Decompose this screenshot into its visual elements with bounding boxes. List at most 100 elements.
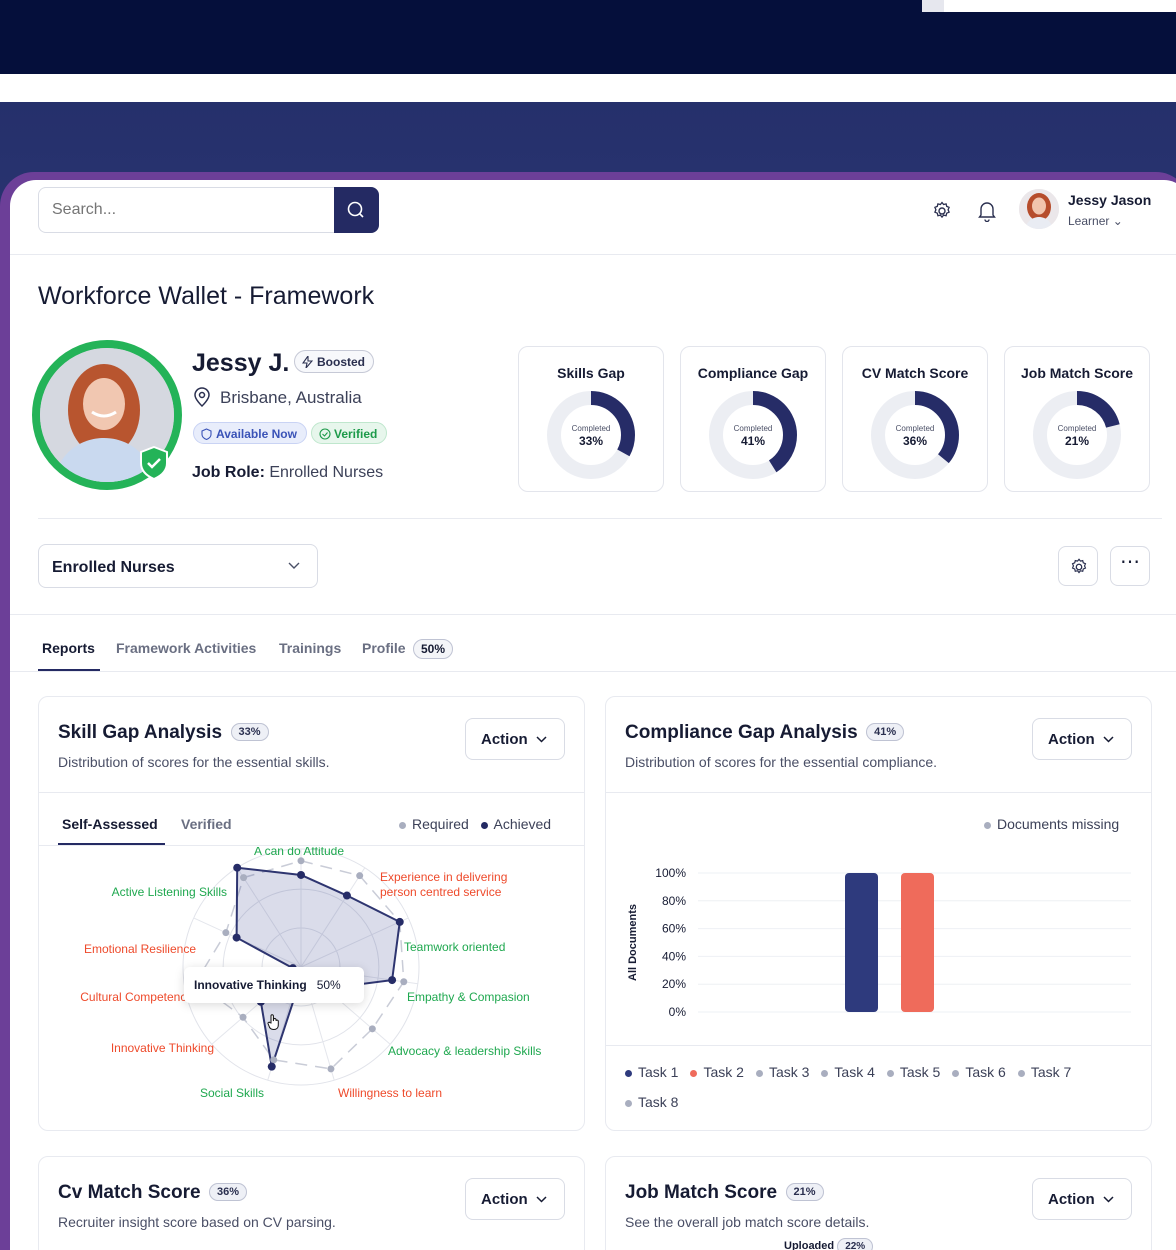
- chevron-down-icon: [288, 562, 300, 569]
- cv-match-badge: 36%: [209, 1183, 248, 1201]
- stat-card: Job Match Score Completed 21%: [1004, 346, 1150, 492]
- donut-caption: Completed: [572, 424, 611, 433]
- header-divider: [10, 254, 1176, 255]
- skill-gap-action-button[interactable]: Action: [465, 718, 565, 760]
- verified-badge: Verified: [311, 422, 388, 444]
- tabs-divider: [10, 671, 1176, 672]
- tab-profile[interactable]: Profile: [362, 640, 406, 656]
- radar-achieved-point: [297, 870, 305, 879]
- chevron-down-icon: [536, 736, 547, 743]
- stat-card: CV Match Score Completed 36%: [842, 346, 988, 492]
- donut-value: 36%: [903, 434, 927, 448]
- donut-value: 21%: [1065, 434, 1089, 448]
- bar-y-tick: 40%: [662, 949, 686, 963]
- legend-dot: [625, 1099, 632, 1107]
- uploaded-indicator: Uploaded 22%: [784, 1238, 874, 1250]
- action-label: Action: [481, 731, 528, 748]
- legend-dot: [755, 1069, 763, 1077]
- job-role: Job Role: Enrolled Nurses: [192, 464, 383, 482]
- radar-axis-label: Active Listening Skills: [112, 885, 227, 899]
- search-button[interactable]: [334, 187, 379, 233]
- donut-chart: Completed41%: [709, 391, 797, 479]
- compliance-subtitle: Distribution of scores for the essential…: [625, 754, 938, 770]
- user-role[interactable]: Learner ⌄: [1068, 214, 1123, 228]
- hand-cursor-icon: [267, 1014, 279, 1030]
- check-circle-icon: [319, 428, 331, 440]
- radar-required-point: [239, 1013, 247, 1021]
- boosted-label: Boosted: [317, 355, 365, 369]
- radar-required-point: [356, 872, 364, 880]
- page-title: Workforce Wallet - Framework: [38, 282, 375, 310]
- framework-settings-button[interactable]: [1058, 546, 1098, 586]
- gear-icon[interactable]: [931, 200, 953, 222]
- chevron-down-icon: [1103, 1196, 1114, 1203]
- compliance-gap-panel: Compliance Gap Analysis 41% Distribution…: [605, 696, 1152, 1131]
- window-tab[interactable]: [922, 0, 1176, 12]
- radar-achieved-point: [233, 863, 242, 872]
- legend-dot: [1017, 1069, 1025, 1077]
- legend-dot-missing: [984, 821, 991, 829]
- verified-shield-icon: [140, 446, 168, 480]
- stat-title: Job Match Score: [1020, 365, 1134, 381]
- donut-caption: Completed: [734, 424, 773, 433]
- legend-label: Task 6: [965, 1064, 1006, 1080]
- legend-item: Task 4: [821, 1064, 875, 1080]
- action-label: Action: [1048, 1191, 1095, 1208]
- radar-required-point: [297, 857, 305, 865]
- tab-verified[interactable]: Verified: [181, 816, 232, 832]
- legend-label: Task 7: [1030, 1064, 1072, 1080]
- tab-trainings[interactable]: Trainings: [279, 640, 341, 656]
- skill-gap-subtitle: Distribution of scores for the essential…: [58, 754, 330, 770]
- bar-y-tick: 80%: [662, 894, 686, 908]
- top-bar: [0, 0, 1176, 74]
- stat-title: Skills Gap: [557, 365, 625, 381]
- profile-name: Jessy J.: [192, 349, 290, 377]
- compliance-action-button[interactable]: Action: [1032, 718, 1132, 760]
- compliance-title: Compliance Gap Analysis: [625, 722, 858, 743]
- job-match-badge: 21%: [785, 1183, 824, 1201]
- tab-reports[interactable]: Reports: [42, 640, 95, 656]
- bell-icon[interactable]: [977, 200, 997, 222]
- bar-y-tick: 0%: [669, 1005, 687, 1019]
- more-options-button[interactable]: ⋯: [1110, 546, 1150, 586]
- legend-item: Task 8: [625, 1094, 678, 1110]
- radar-achieved-point: [342, 891, 351, 900]
- tab-framework-activities[interactable]: Framework Activities: [116, 640, 256, 656]
- framework-select[interactable]: Enrolled Nurses: [38, 544, 318, 588]
- bolt-icon: [302, 356, 313, 368]
- radar-axis-label: Emotional Resilience: [84, 942, 196, 956]
- legend-item: Task 2: [690, 1064, 744, 1080]
- verified-label: Verified: [334, 427, 378, 441]
- avatar[interactable]: [1019, 189, 1059, 229]
- cv-match-action-button[interactable]: Action: [465, 1178, 565, 1220]
- profile-completion-badge: 50%: [413, 639, 454, 659]
- shield-icon: [201, 428, 212, 440]
- tab-self-assessed[interactable]: Self-Assessed: [62, 816, 158, 832]
- donut-chart: Completed33%: [547, 391, 635, 479]
- legend-item: Task 5: [886, 1064, 940, 1080]
- legend-item: Task 1: [625, 1064, 678, 1080]
- radar-axis-label: Cultural Competence: [80, 990, 193, 1004]
- subtab-divider: [39, 845, 584, 846]
- legend-dot-required: [399, 821, 406, 829]
- radar-axis-label: Empathy & Compasion: [407, 990, 530, 1004]
- bar-y-label: All Documents: [627, 904, 639, 981]
- cv-match-title: Cv Match Score: [58, 1182, 201, 1203]
- uploaded-value: 22%: [837, 1238, 874, 1250]
- search-input[interactable]: [38, 187, 335, 233]
- tooltip-value: 50%: [316, 978, 341, 992]
- legend-required: Required: [412, 816, 469, 832]
- legend-dot: [690, 1069, 698, 1077]
- radar-required-point: [400, 978, 408, 986]
- job-match-action-button[interactable]: Action: [1032, 1178, 1132, 1220]
- radar-required-point: [368, 1025, 376, 1033]
- skill-gap-title: Skill Gap Analysis: [58, 722, 223, 743]
- skill-gap-badge: 33%: [230, 723, 269, 741]
- stat-card: Skills Gap Completed 33%: [518, 346, 664, 492]
- radar-achieved-point: [267, 1062, 276, 1071]
- tooltip-label: Innovative Thinking: [194, 978, 307, 992]
- user-name[interactable]: Jessy Jason: [1068, 192, 1151, 208]
- boosted-badge: Boosted: [294, 350, 374, 373]
- chevron-down-icon: [536, 1196, 547, 1203]
- chevron-down-icon: ⌄: [1112, 214, 1123, 228]
